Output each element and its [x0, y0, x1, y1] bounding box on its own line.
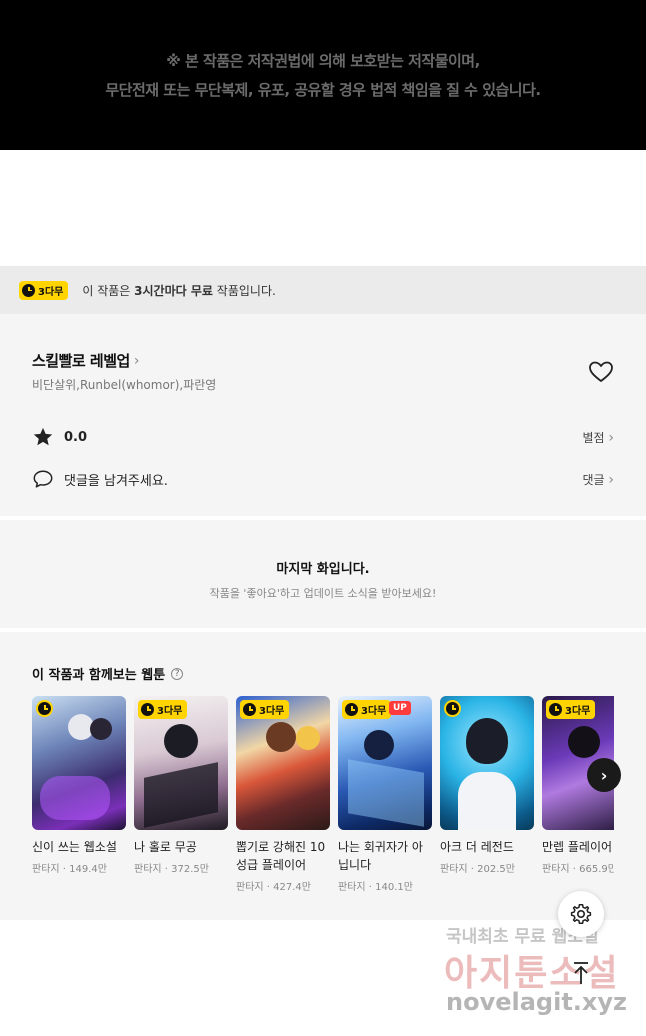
webtoon-title: 나 홀로 무공	[134, 840, 197, 854]
rating-row[interactable]: 0.0 별점 ›	[32, 426, 614, 448]
recommendation-section: 이 작품과 함께보는 웹툰 ? 신이 쓰는 웹소설 판타지 · 149.4만 3…	[0, 632, 646, 920]
webtoon-card[interactable]: 아크 더 레전드 판타지 · 202.5만	[440, 696, 534, 875]
recommendation-carousel: 신이 쓰는 웹소설 판타지 · 149.4만 3다무 나 홀로 무공 판타지 ·…	[32, 696, 614, 916]
webtoon-title: 뽑기로 강해진 10성급 플레이어	[236, 840, 326, 872]
gear-icon	[570, 904, 592, 924]
work-authors: 비단살위,Runbel(whomor),파란영	[32, 378, 217, 392]
update-up-badge: UP	[389, 701, 411, 715]
webtoon-meta: 판타지 · 202.5만	[440, 864, 515, 875]
copyright-line-2: 무단전재 또는 무단복제, 유포, 공유할 경우 법적 책임을 질 수 있습니다…	[105, 81, 541, 99]
webtoon-card[interactable]: 3다무 나 홀로 무공 판타지 · 372.5만	[134, 696, 228, 875]
webtoon-thumbnail: 3다무 UP	[338, 696, 432, 830]
comment-bubble-icon	[33, 470, 53, 488]
rating-link[interactable]: 별점 ›	[582, 429, 614, 446]
webtoon-meta: 판타지 · 149.4만	[32, 864, 107, 875]
arrow-up-icon	[574, 962, 588, 984]
carousel-next-button[interactable]: ›	[587, 758, 621, 792]
last-episode-subtext: 작품을 '좋아요'하고 업데이트 소식을 받아보세요!	[209, 587, 437, 600]
chevron-right-icon: ›	[133, 352, 140, 369]
work-title-link[interactable]: 스킬빨로 레벨업 ›	[32, 350, 139, 371]
scroll-to-top-button[interactable]	[558, 950, 604, 996]
like-heart-icon[interactable]	[588, 360, 614, 384]
webtoon-thumbnail: 3다무	[236, 696, 330, 830]
free-notice-text: 이 작품은 3시간마다 무료 작품입니다.	[82, 283, 276, 298]
work-title: 스킬빨로 레벨업	[32, 352, 130, 370]
webtoon-meta: 판타지 · 427.4만	[236, 882, 311, 893]
free-notice-bar: 3다무 이 작품은 3시간마다 무료 작품입니다.	[0, 266, 646, 314]
webtoon-title: 아크 더 레전드	[440, 840, 514, 854]
comment-prompt: 댓글을 남겨주세요.	[64, 473, 168, 489]
webtoon-card[interactable]: 3다무 UP 나는 회귀자가 아닙니다 판타지 · 140.1만	[338, 696, 432, 893]
webtoon-title: 나는 회귀자가 아닙니다	[338, 840, 423, 872]
last-episode-panel: 마지막 화입니다. 작품을 '좋아요'하고 업데이트 소식을 받아보세요!	[0, 520, 646, 628]
help-question-icon[interactable]: ?	[171, 667, 184, 680]
webtoon-meta: 판타지 · 665.9만	[542, 864, 614, 875]
comment-row[interactable]: 댓글을 남겨주세요. 댓글 ›	[32, 468, 614, 490]
webtoon-thumbnail: 3다무	[134, 696, 228, 830]
webtoon-title: 만렙 플레이어	[542, 840, 613, 854]
three-hour-free-badge: 3다무	[546, 700, 596, 719]
webtoon-title: 신이 쓰는 웹소설	[32, 840, 117, 854]
three-hour-free-badge: 3다무	[342, 700, 392, 719]
clock-icon	[36, 700, 53, 717]
webtoon-card[interactable]: 신이 쓰는 웹소설 판타지 · 149.4만	[32, 696, 126, 875]
chevron-right-icon: ›	[608, 471, 614, 488]
work-info-panel: 스킬빨로 레벨업 › 비단살위,Runbel(whomor),파란영 0.0 별…	[0, 314, 646, 516]
webtoon-card[interactable]: 3다무 뽑기로 강해진 10성급 플레이어 판타지 · 427.4만	[236, 696, 330, 893]
star-icon	[33, 427, 53, 446]
last-episode-heading: 마지막 화입니다.	[276, 562, 370, 577]
clock-icon	[22, 283, 35, 297]
chevron-right-icon: ›	[600, 765, 608, 785]
recommendation-title: 이 작품과 함께보는 웹툰 ?	[32, 664, 184, 683]
webtoon-thumbnail	[32, 696, 126, 830]
viewer-settings-button[interactable]	[558, 891, 604, 937]
webtoon-thumbnail	[440, 696, 534, 830]
copyright-line-1: ※ 본 작품은 저작권법에 의해 보호받는 저작물이며,	[166, 52, 480, 70]
three-hour-free-badge: 3다무	[19, 280, 69, 300]
three-hour-free-badge: 3다무	[138, 700, 188, 719]
webtoon-meta: 판타지 · 140.1만	[338, 882, 413, 893]
chevron-right-icon: ›	[608, 429, 614, 446]
three-hour-free-badge: 3다무	[240, 700, 290, 719]
webtoon-meta: 판타지 · 372.5만	[134, 864, 209, 875]
watermark: 국내최초 무료 웹소설 아지툰소설 novelagit.xyz	[440, 918, 640, 1028]
comment-link[interactable]: 댓글 ›	[582, 471, 614, 488]
clock-icon	[444, 700, 461, 717]
copyright-banner: ※ 본 작품은 저작권법에 의해 보호받는 저작물이며, 무단전재 또는 무단복…	[0, 0, 646, 150]
watermark-line-3: novelagit.xyz	[446, 988, 628, 1016]
rating-value: 0.0	[64, 429, 88, 445]
